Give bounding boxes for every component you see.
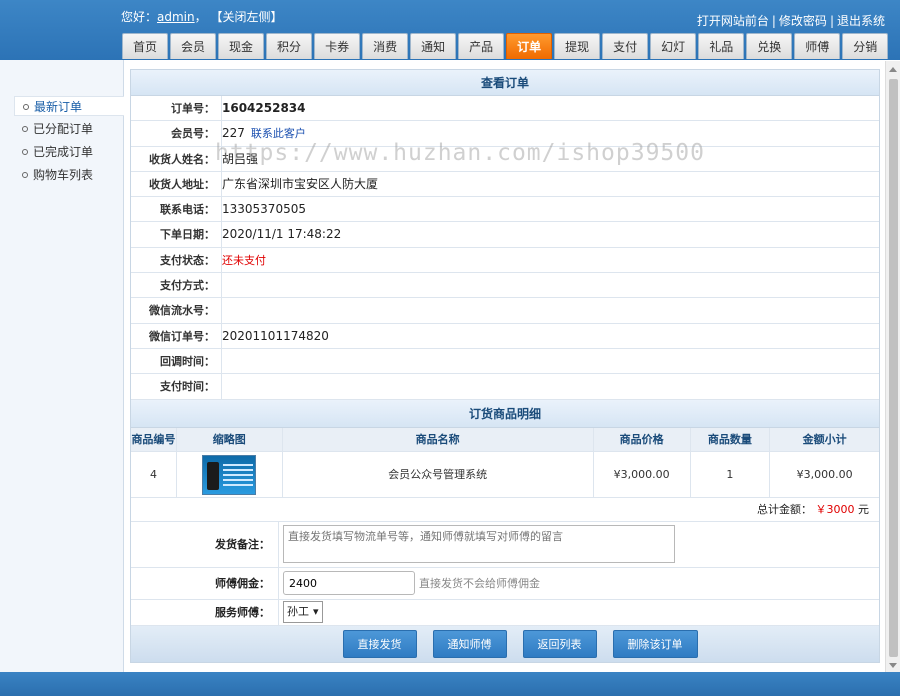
- order-no-value: 1604252834: [222, 101, 306, 115]
- table-row: 4 会员公众号管理系统 ¥3,000.00 1 ¥3,000.00: [131, 451, 879, 498]
- tab-withdraw[interactable]: 提现: [554, 33, 601, 59]
- ship-button[interactable]: 直接发货: [342, 629, 417, 658]
- tab-cash[interactable]: 现金: [218, 33, 265, 59]
- back-to-list-button[interactable]: 返回列表: [522, 629, 597, 658]
- tab-notice[interactable]: 通知: [410, 33, 457, 59]
- action-bar: 直接发货 通知师傅 返回列表 删除该订单: [131, 625, 879, 662]
- bullet-icon: [23, 104, 29, 110]
- phone-row: 联系电话： 13305370505: [131, 197, 879, 223]
- chevron-down-icon: ▾: [313, 605, 319, 619]
- scroll-thumb[interactable]: [889, 79, 898, 657]
- goods-name: 会员公众号管理系统: [283, 451, 594, 497]
- tab-payment[interactable]: 支付: [602, 33, 649, 59]
- delete-order-button[interactable]: 删除该订单: [612, 629, 698, 658]
- vertical-scrollbar[interactable]: [885, 61, 900, 672]
- sidebar-item-cart-list[interactable]: 购物车列表: [14, 165, 124, 185]
- top-links: 打开网站前台 | 修改密码 | 退出系统: [696, 14, 885, 28]
- top-header: 您好：admin， 【关闭左侧】 打开网站前台 | 修改密码 | 退出系统 首页 会员 …: [0, 0, 900, 60]
- bullet-icon: [22, 149, 28, 155]
- total-amount: 总计金额： ￥3000 元: [131, 498, 879, 522]
- remark-row: 发货备注：: [131, 521, 879, 568]
- sidebar-item-assigned-orders[interactable]: 已分配订单: [14, 119, 124, 139]
- main-tabs: 首页 会员 现金 积分 卡券 消费 通知 产品 订单 提现 支付 幻灯 礼品 兑…: [122, 33, 889, 59]
- notify-master-button[interactable]: 通知师傅: [432, 629, 507, 658]
- tab-home[interactable]: 首页: [122, 33, 169, 59]
- tab-master[interactable]: 师傅: [794, 33, 841, 59]
- sidebar: 最新订单 已分配订单 已完成订单 购物车列表: [0, 60, 124, 672]
- wechat-order-row: 微信订单号： 20201101174820: [131, 323, 879, 349]
- tab-order[interactable]: 订单: [506, 33, 553, 59]
- contact-customer-link[interactable]: 联系此客户: [251, 127, 306, 140]
- change-password-link[interactable]: 修改密码: [779, 14, 827, 28]
- tab-points[interactable]: 积分: [266, 33, 313, 59]
- tab-product[interactable]: 产品: [458, 33, 505, 59]
- pay-method-row: 支付方式：: [131, 273, 879, 299]
- wechat-order-value: 20201101174820: [222, 328, 329, 343]
- open-front-link[interactable]: 打开网站前台: [697, 14, 769, 28]
- receiver-address-value: 广东省深圳市宝安区人防大厦: [222, 176, 379, 191]
- order-no-row: 订单号： 1604252834: [131, 96, 879, 122]
- total-amount-value: ￥3000: [815, 502, 855, 516]
- order-section-title: 查看订单: [131, 70, 879, 96]
- pay-status-value: 还未支付: [222, 253, 266, 267]
- goods-table-header: 商品编号 缩略图 商品名称 商品价格 商品数量 金额小计: [131, 427, 879, 452]
- close-left-link[interactable]: 【关闭左侧】: [210, 10, 282, 24]
- tab-coupon[interactable]: 卡券: [314, 33, 361, 59]
- greeting: 您好：admin， 【关闭左侧】: [121, 8, 282, 25]
- goods-subtotal: ¥3,000.00: [796, 467, 853, 481]
- master-row: 服务师傅： 孙工 ▾: [131, 599, 879, 626]
- commission-hint: 直接发货不会给师傅佣金: [419, 577, 540, 591]
- order-date-value: 2020/11/1 17:48:22: [222, 227, 342, 242]
- callback-time-row: 回调时间：: [131, 348, 879, 375]
- tab-slide[interactable]: 幻灯: [650, 33, 697, 59]
- bullet-icon: [22, 172, 28, 178]
- sidebar-item-latest-orders[interactable]: 最新订单: [14, 96, 124, 116]
- goods-section-title: 订货商品明细: [131, 399, 879, 428]
- order-date-row: 下单日期： 2020/11/1 17:48:22: [131, 222, 879, 248]
- order-detail-panel: 查看订单 订单号： 1604252834 会员号： 227 联系此客户 收货人姓名：胡…: [130, 69, 880, 663]
- tab-exchange[interactable]: 兑换: [746, 33, 793, 59]
- master-select[interactable]: 孙工 ▾: [283, 601, 323, 624]
- remark-textarea[interactable]: [283, 525, 675, 564]
- tab-member[interactable]: 会员: [170, 33, 217, 59]
- wechat-flow-row: 微信流水号：: [131, 298, 879, 324]
- goods-thumbnail-cell: [177, 451, 283, 497]
- tab-consume[interactable]: 消费: [362, 33, 409, 59]
- phone-value: 13305370505: [222, 202, 306, 217]
- pay-time-row: 支付时间：: [131, 374, 879, 400]
- greeting-text: 您好：: [121, 10, 158, 24]
- sidebar-item-completed-orders[interactable]: 已完成订单: [14, 142, 124, 162]
- member-row: 会员号： 227 联系此客户: [131, 121, 879, 147]
- bullet-icon: [22, 126, 28, 132]
- username-link[interactable]: admin: [157, 10, 195, 24]
- goods-qty: 1: [691, 451, 771, 497]
- greeting-comma: ，: [194, 10, 207, 24]
- receiver-address-row: 收货人地址： 广东省深圳市宝安区人防大厦: [131, 171, 879, 198]
- bottom-footer: [0, 672, 900, 696]
- logout-link[interactable]: 退出系统: [837, 14, 885, 28]
- goods-thumbnail-image[interactable]: [202, 454, 257, 495]
- scroll-up-icon[interactable]: [889, 67, 897, 72]
- receiver-name-value: 胡吕强: [222, 151, 259, 166]
- tab-distribution[interactable]: 分销: [842, 33, 889, 59]
- pay-status-row: 支付状态： 还未支付: [131, 247, 879, 274]
- receiver-name-row: 收货人姓名： 胡吕强: [131, 146, 879, 172]
- scroll-down-icon[interactable]: [889, 663, 897, 668]
- commission-row: 师傅佣金： 直接发货不会给师傅佣金: [131, 567, 879, 600]
- member-value: 227: [222, 126, 245, 141]
- goods-price: ¥3,000.00: [594, 451, 691, 497]
- tab-gift[interactable]: 礼品: [698, 33, 745, 59]
- commission-input[interactable]: [283, 571, 415, 596]
- goods-id: 4: [131, 451, 177, 497]
